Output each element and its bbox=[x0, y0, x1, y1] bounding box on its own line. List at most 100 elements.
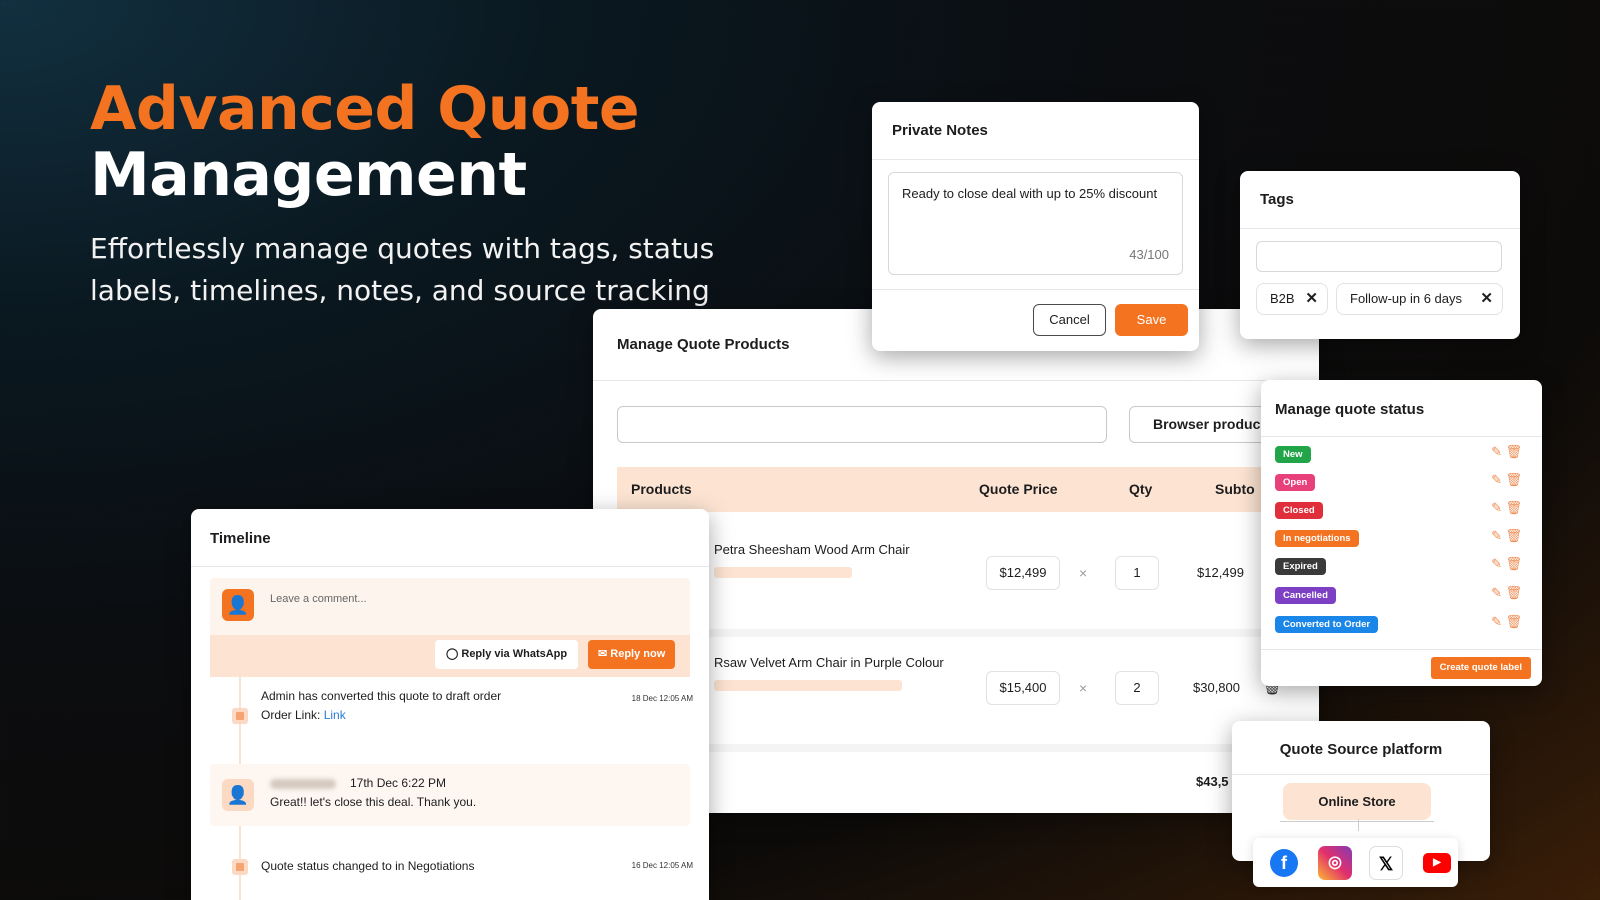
notes-title: Private Notes bbox=[892, 122, 988, 139]
message-header: 17th Dec 6:22 PM bbox=[270, 774, 476, 793]
row-subtotal: $30,800 bbox=[1193, 680, 1240, 695]
col-qty: Qty bbox=[1129, 481, 1153, 497]
pencil-icon[interactable]: ✎ bbox=[1491, 500, 1502, 516]
status-title: Manage quote status bbox=[1275, 401, 1425, 418]
product-variant-placeholder bbox=[714, 567, 852, 578]
instagram-icon[interactable]: ◎ bbox=[1318, 846, 1352, 880]
tag-chip: B2B ✕ bbox=[1256, 283, 1328, 315]
status-badge[interactable]: In negotiations bbox=[1275, 530, 1359, 547]
order-link[interactable]: Link bbox=[324, 708, 346, 722]
tags-title: Tags bbox=[1260, 191, 1294, 208]
pencil-icon[interactable]: ✎ bbox=[1491, 472, 1502, 488]
hero-title-line2: Management bbox=[90, 140, 527, 210]
comment-message: 👤 17th Dec 6:22 PM Great!! let's close t… bbox=[210, 764, 690, 826]
timeline-title: Timeline bbox=[210, 530, 271, 547]
status-badge[interactable]: Open bbox=[1275, 474, 1316, 491]
timeline-event: Admin has converted this quote to draft … bbox=[261, 687, 501, 725]
notes-text: Ready to close deal with up to 25% disco… bbox=[902, 186, 1158, 201]
trash-icon[interactable]: 🗑 bbox=[1505, 614, 1522, 630]
save-button[interactable]: Save bbox=[1115, 304, 1188, 336]
status-row: Expired ✎ 🗑 bbox=[1275, 556, 1532, 578]
trash-icon[interactable]: 🗑 bbox=[1505, 528, 1522, 544]
youtube-icon[interactable]: ▶ bbox=[1420, 846, 1454, 880]
trash-icon[interactable]: 🗑 bbox=[1505, 556, 1522, 572]
mail-icon: ✉ bbox=[598, 648, 608, 660]
trash-icon[interactable]: 🗑 bbox=[1505, 472, 1522, 488]
reply-now-label: Reply now bbox=[610, 648, 666, 660]
row-separator bbox=[617, 629, 1319, 637]
order-link-label: Order Link: bbox=[261, 708, 324, 722]
comment-box: 👤 Leave a comment... ◯ Reply via WhatsAp… bbox=[210, 578, 690, 677]
pencil-icon[interactable]: ✎ bbox=[1491, 556, 1502, 572]
notes-textarea[interactable]: Ready to close deal with up to 25% disco… bbox=[888, 172, 1183, 275]
qty-input[interactable]: 1 bbox=[1115, 556, 1159, 590]
quote-price-input[interactable]: $12,499 bbox=[986, 556, 1060, 590]
status-badge[interactable]: Expired bbox=[1275, 558, 1326, 575]
close-icon[interactable]: ✕ bbox=[1305, 284, 1318, 314]
status-badge[interactable]: Closed bbox=[1275, 502, 1323, 519]
comment-input[interactable]: Leave a comment... bbox=[270, 593, 367, 605]
cancel-button[interactable]: Cancel bbox=[1033, 304, 1106, 336]
order-link-row: Order Link: Link bbox=[261, 706, 501, 725]
pencil-icon[interactable]: ✎ bbox=[1491, 444, 1502, 460]
qty-input[interactable]: 2 bbox=[1115, 671, 1159, 705]
create-quote-label-button[interactable]: Create quote label bbox=[1430, 657, 1531, 679]
multiply-icon: × bbox=[1079, 565, 1088, 581]
user-icon: 👤 bbox=[222, 779, 254, 811]
pencil-icon[interactable]: ✎ bbox=[1491, 585, 1502, 601]
tag-label: Follow-up in 6 days bbox=[1350, 291, 1462, 306]
product-name: Rsaw Velvet Arm Chair in Purple Colour bbox=[714, 655, 944, 670]
online-store-node: Online Store bbox=[1283, 783, 1431, 820]
col-subtotal: Subto bbox=[1215, 481, 1255, 497]
message-date: 17th Dec 6:22 PM bbox=[350, 776, 447, 790]
timeline-dot bbox=[232, 859, 248, 875]
reply-now-button[interactable]: ✉ Reply now bbox=[588, 640, 676, 669]
divider bbox=[872, 159, 1199, 160]
col-products: Products bbox=[631, 481, 692, 497]
tag-label: B2B bbox=[1270, 291, 1295, 306]
user-icon: 👤 bbox=[222, 589, 254, 621]
tag-input[interactable] bbox=[1256, 241, 1502, 272]
trash-icon[interactable]: 🗑 bbox=[1505, 444, 1522, 460]
product-search-input[interactable] bbox=[617, 406, 1107, 443]
status-row: Converted to Order ✎ 🗑 bbox=[1275, 614, 1532, 636]
char-count: 43/100 bbox=[1129, 247, 1169, 262]
manage-quote-status-card: Manage quote status New ✎ 🗑 Open ✎ 🗑 Close… bbox=[1261, 380, 1542, 686]
facebook-icon[interactable]: f bbox=[1267, 846, 1301, 880]
whatsapp-icon: ◯ bbox=[446, 648, 459, 660]
status-badge[interactable]: Converted to Order bbox=[1275, 616, 1379, 633]
trash-icon[interactable]: 🗑 bbox=[1505, 500, 1522, 516]
status-badge[interactable]: New bbox=[1275, 446, 1311, 463]
pencil-icon[interactable]: ✎ bbox=[1491, 614, 1502, 630]
status-badge[interactable]: Cancelled bbox=[1275, 587, 1336, 604]
hero: Advanced Quote Management Effortlessly m… bbox=[90, 76, 750, 312]
product-name: Petra Sheesham Wood Arm Chair bbox=[714, 542, 910, 557]
divider bbox=[1261, 649, 1542, 650]
status-row: In negotiations ✎ 🗑 bbox=[1275, 528, 1532, 550]
message-text: Great!! let's close this deal. Thank you… bbox=[270, 795, 477, 809]
x-icon[interactable]: 𝕏 bbox=[1369, 846, 1403, 880]
total-amount: $43,5 bbox=[1196, 774, 1229, 789]
event-time: 16 Dec 12:05 AM bbox=[631, 861, 693, 870]
status-row: Closed ✎ 🗑 bbox=[1275, 500, 1532, 522]
event-text: Quote status changed to in Negotiations bbox=[261, 859, 475, 873]
divider bbox=[872, 289, 1199, 290]
pencil-icon[interactable]: ✎ bbox=[1491, 528, 1502, 544]
reply-whatsapp-button[interactable]: ◯ Reply via WhatsApp bbox=[435, 640, 579, 669]
divider bbox=[593, 380, 1319, 381]
message-content: 17th Dec 6:22 PM Great!! let's close thi… bbox=[270, 774, 476, 812]
source-title: Quote Source platform bbox=[1279, 741, 1443, 758]
divider bbox=[1240, 228, 1520, 229]
quote-price-input[interactable]: $15,400 bbox=[986, 671, 1060, 705]
hero-subtitle: Effortlessly manage quotes with tags, st… bbox=[90, 232, 715, 307]
divider bbox=[191, 566, 709, 567]
status-row: New ✎ 🗑 bbox=[1275, 444, 1532, 466]
divider bbox=[1261, 436, 1542, 437]
status-row: Cancelled ✎ 🗑 bbox=[1275, 585, 1532, 607]
source-platforms: f ◎ 𝕏 ▶ bbox=[1253, 838, 1458, 887]
timeline-card: Timeline 👤 Leave a comment... ◯ Reply vi… bbox=[191, 509, 709, 900]
tag-chip: Follow-up in 6 days ✕ bbox=[1336, 283, 1503, 315]
status-row: Open ✎ 🗑 bbox=[1275, 472, 1532, 494]
close-icon[interactable]: ✕ bbox=[1480, 284, 1493, 314]
trash-icon[interactable]: 🗑 bbox=[1505, 585, 1522, 601]
